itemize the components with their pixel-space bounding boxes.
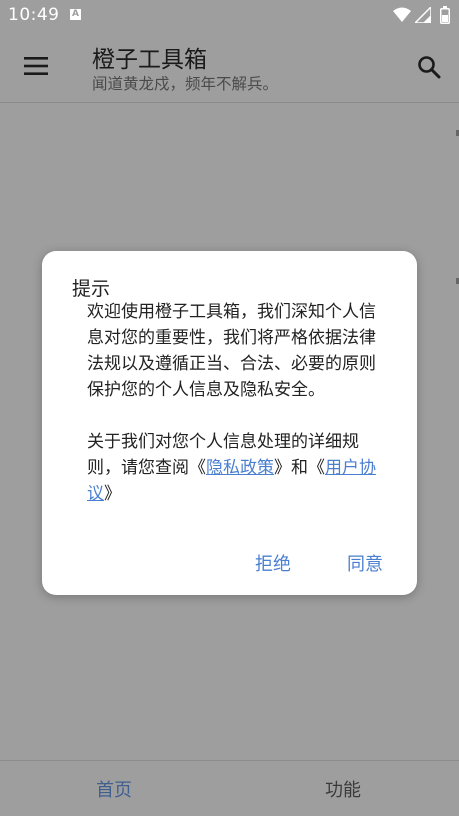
signal-icon [415,7,431,23]
bottom-nav: 首页 功能 [0,760,459,816]
dialog-paragraph-rules: 关于我们对您个人信息处理的详细规则，请您查阅《隐私政策》和《用户协议》 [87,429,383,507]
status-bar: 10:49 A [0,0,459,32]
status-time: 10:49 [8,5,60,25]
screen: 10:49 A 橙子工具箱 闻道黄龙戍，频年不解兵。 提示 欢迎使用橙子工具箱，… [0,0,459,816]
agree-button[interactable]: 同意 [347,550,383,576]
privacy-policy-link[interactable]: 隐私政策 [206,458,274,478]
app-title: 橙子工具箱 [92,47,207,73]
tab-home[interactable]: 首页 [96,776,132,802]
rules-text-suffix: 》 [104,484,121,504]
dialog-title: 提示 [72,278,111,300]
wifi-icon [393,7,411,22]
tab-functions[interactable]: 功能 [325,776,361,802]
app-bar: 橙子工具箱 闻道黄龙戍，频年不解兵。 [0,32,459,103]
battery-icon [440,6,450,24]
search-icon[interactable] [417,55,441,79]
rules-text-middle: 》和《 [274,458,325,478]
dialog-body: 欢迎使用橙子工具箱，我们深知个人信息对您的重要性，我们将严格依据法律法规以及遵循… [87,299,383,507]
menu-icon[interactable] [24,56,48,76]
reject-button[interactable]: 拒绝 [255,550,291,576]
app-subtitle: 闻道黄龙戍，频年不解兵。 [92,75,279,93]
privacy-dialog: 提示 欢迎使用橙子工具箱，我们深知个人信息对您的重要性，我们将严格依据法律法规以… [42,251,417,595]
notification-a-icon: A [70,9,81,20]
dialog-paragraph-intro: 欢迎使用橙子工具箱，我们深知个人信息对您的重要性，我们将严格依据法律法规以及遵循… [87,302,376,400]
